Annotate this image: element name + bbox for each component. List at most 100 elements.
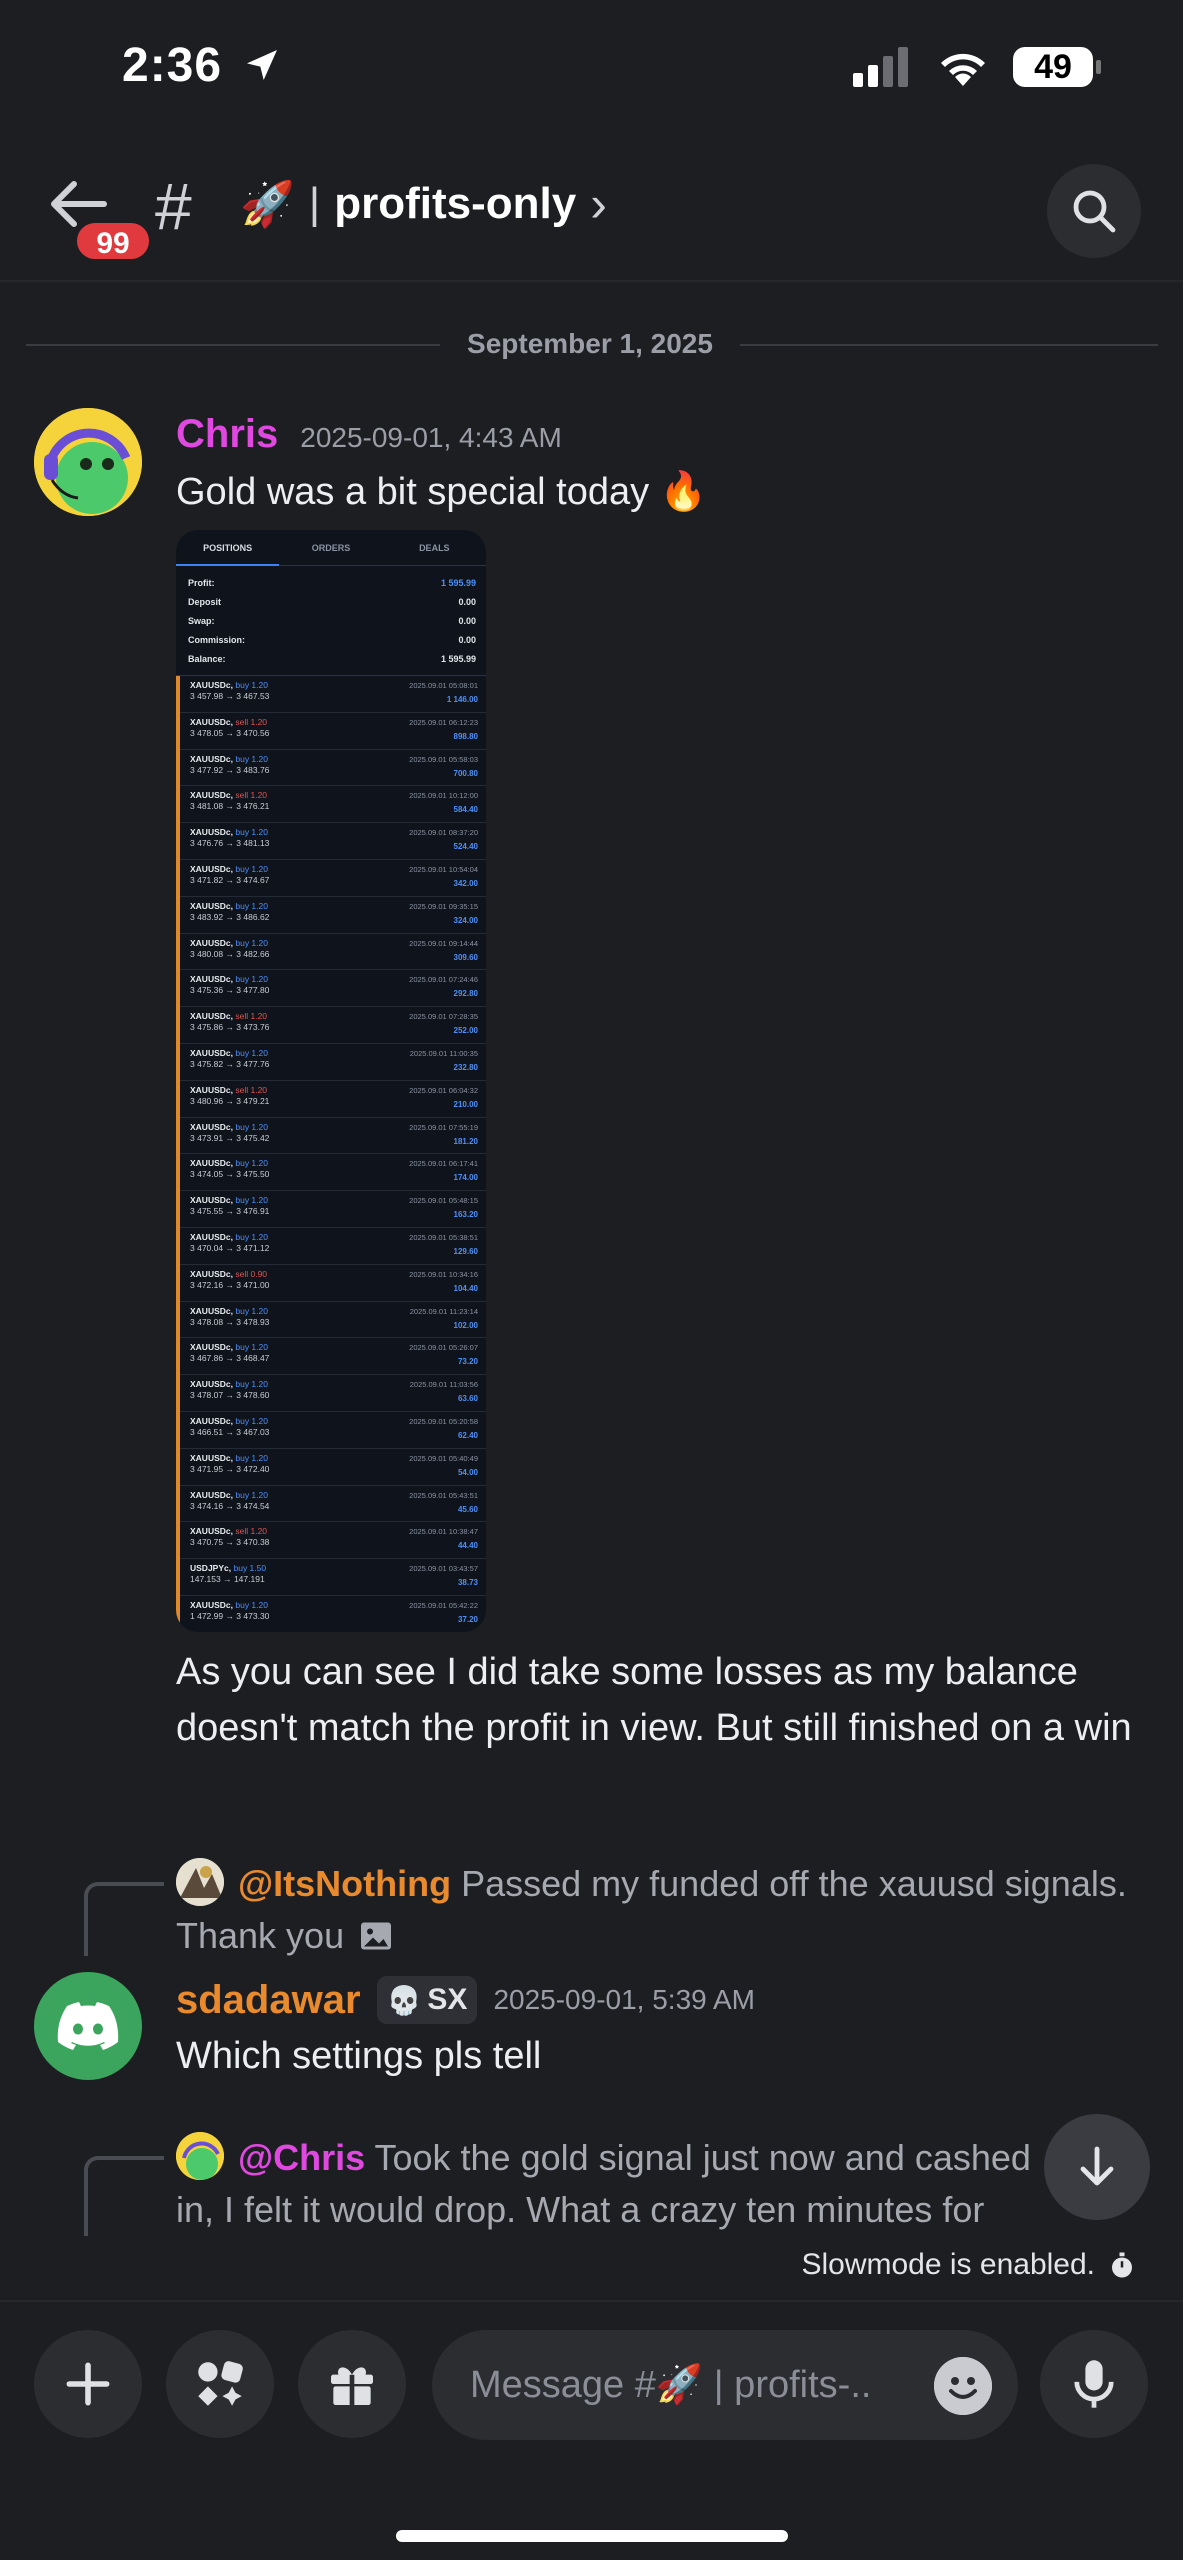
location-arrow-icon [247,50,278,80]
avatar[interactable] [34,1972,142,2080]
trade-symbol: XAUUSDc [190,1011,231,1022]
trade-row: XAUUSDc, sell 1.20 3 475.86 → 3 473.76 202… [180,1007,486,1044]
trade-date: 2025.09.01 11:23:14 [409,1306,478,1316]
trade-prices: 3 473.91 → 3 475.42 [190,1132,270,1143]
search-button[interactable] [1047,164,1141,258]
unread-badge: 99 [74,220,152,262]
reply-connector [84,1882,164,1956]
trade-prices: 3 475.55 → 3 476.91 [190,1206,270,1217]
emoji-icon [934,2357,992,2415]
trade-prices: 3 483.92 → 3 486.62 [190,911,270,922]
reply-mention: @Chris [238,2137,366,2178]
trade-symbol: XAUUSDc [190,680,231,690]
summary-row: Commission: 0.00 [188,631,476,650]
home-indicator[interactable] [396,2530,788,2542]
trade-direction: buy 1.20 [235,974,268,985]
trade-date: 2025.09.01 06:04:32 [409,1085,478,1095]
trade-direction: sell 0.90 [235,1268,268,1279]
trade-row: XAUUSDc, buy 1.20 3 475.36 → 3 477.80 2025… [180,970,486,1008]
channel-header: 99 # 🚀 | profits-only › [0,150,1183,280]
trade-prices: 1 472.99 → 3 473.30 [190,1610,270,1621]
trade-prices: 3 457.98 → 3 467.53 [190,691,270,701]
trade-prices: 3 480.96 → 3 479.21 [190,1095,270,1106]
voice-message-button[interactable] [1040,2330,1148,2438]
trade-row: XAUUSDc, buy 1.20 3 483.92 → 3 486.62 2025… [180,897,486,934]
trade-direction: buy 1.20 [235,753,268,764]
trade-date: 2025.09.01 05:48:15 [409,1196,478,1206]
tab-deals: DEALS [419,542,450,553]
trade-symbol: XAUUSDc [190,1231,231,1242]
plus-icon [66,2362,110,2406]
signal-icon [853,47,908,87]
image-attachment[interactable]: POSITIONS ORDERS DEALS Profit: 1 595.99 De… [176,530,486,1632]
role-tag-label: SX [427,1983,468,2016]
tab-positions: POSITIONS [176,530,280,566]
author-name[interactable]: Chris [176,412,278,457]
apps-icon [198,2361,243,2406]
reply-connector [84,2156,164,2236]
trade-direction: buy 1.20 [235,1379,268,1390]
trade-row: XAUUSDc, buy 1.20 1 472.99 → 3 473.30 2025… [180,1596,486,1632]
trade-profit: 37.20 [457,1614,478,1624]
trade-direction: buy 1.20 [235,1342,268,1353]
trade-profit: 700.80 [453,768,478,778]
hash-icon: # [155,169,192,243]
trade-date: 2025.09.01 10:34:16 [409,1269,478,1279]
message-header: sdadawar 💀 SX 2025-09-01, 5:39 AM [176,1976,755,2024]
attachment-tabs: POSITIONS ORDERS DEALS [176,530,486,566]
trade-date: 2025.09.01 05:26:07 [409,1343,478,1353]
trade-direction: sell 1.20 [235,1011,268,1022]
apps-button[interactable] [166,2330,274,2438]
trade-date: 2025.09.01 06:17:41 [409,1159,478,1169]
trade-direction: sell 1.20 [235,1526,268,1537]
trade-direction: buy 1.20 [235,1452,268,1463]
trade-profit: 174.00 [453,1173,478,1183]
trade-profit: 584.40 [453,805,478,815]
timestamp: 2025-09-01, 5:39 AM [493,1984,755,2015]
trade-date: 2025.09.01 07:28:35 [409,1012,478,1022]
trade-profit: 45.60 [457,1504,478,1514]
trade-profit: 342.00 [453,878,478,888]
emoji-button[interactable] [934,2357,992,2415]
trade-date: 2025.09.01 07:55:19 [409,1122,478,1132]
trade-prices: 3 480.08 → 3 482.66 [190,948,270,959]
trade-symbol: XAUUSDc [190,1452,231,1463]
summary-label: Swap: [188,616,215,626]
trade-direction: buy 1.20 [235,1305,268,1316]
reply-preview[interactable]: @Chris Took the gold signal just now and… [176,2132,1042,2240]
channel-title[interactable]: 🚀 | profits-only › [240,175,607,233]
trade-direction: sell 1.20 [235,1084,268,1095]
trade-prices: 147.153 → 147.191 [190,1574,265,1585]
trade-date: 2025.09.01 05:40:49 [409,1453,478,1463]
jump-to-bottom-button[interactable] [1044,2114,1150,2220]
summary-value: 1 595.99 [440,578,476,588]
trade-date: 2025.09.01 10:54:04 [409,864,478,874]
trade-row: XAUUSDc, buy 1.20 3 471.82 → 3 474.67 2025… [180,860,486,897]
status-icons: 49 [853,46,1101,88]
role-tag[interactable]: 💀 SX [376,1976,478,2024]
trade-profit: 54.00 [457,1467,478,1477]
add-attachment-button[interactable] [34,2330,142,2438]
battery-indicator: 49 [1013,47,1101,87]
avatar[interactable] [34,408,142,516]
trade-prices: 3 474.16 → 3 474.54 [190,1500,270,1511]
trade-date: 2025.09.01 10:12:00 [409,791,478,801]
gift-button[interactable] [298,2330,406,2438]
trade-symbol: USDJPYc [190,1563,229,1574]
reply-preview[interactable]: @ItsNothing Passed my funded off the xau… [176,1858,1146,1962]
trade-symbol: XAUUSDc [190,900,231,911]
trade-row: XAUUSDc, buy 1.20 3 478.07 → 3 478.60 2025… [180,1375,486,1412]
timestamp: 2025-09-01, 4:43 AM [300,422,562,453]
trade-prices: 3 475.86 → 3 473.76 [190,1022,270,1033]
summary-row: Swap: 0.00 [188,612,476,631]
trade-date: 2025.09.01 09:14:44 [409,938,478,948]
trade-direction: buy 1.20 [235,1158,268,1169]
trade-direction: buy 1.50 [233,1563,267,1574]
message-input-placeholder: Message #🚀 | profits-.. [470,2364,872,2406]
trade-profit: 181.20 [453,1136,478,1146]
author-name[interactable]: sdadawar [176,1978,361,2023]
message-input[interactable]: Message #🚀 | profits-.. [432,2330,1018,2440]
trade-date: 2025.09.01 05:42:22 [409,1600,478,1610]
trade-symbol: XAUUSDc [190,974,231,985]
trade-profit: 324.00 [453,915,478,925]
